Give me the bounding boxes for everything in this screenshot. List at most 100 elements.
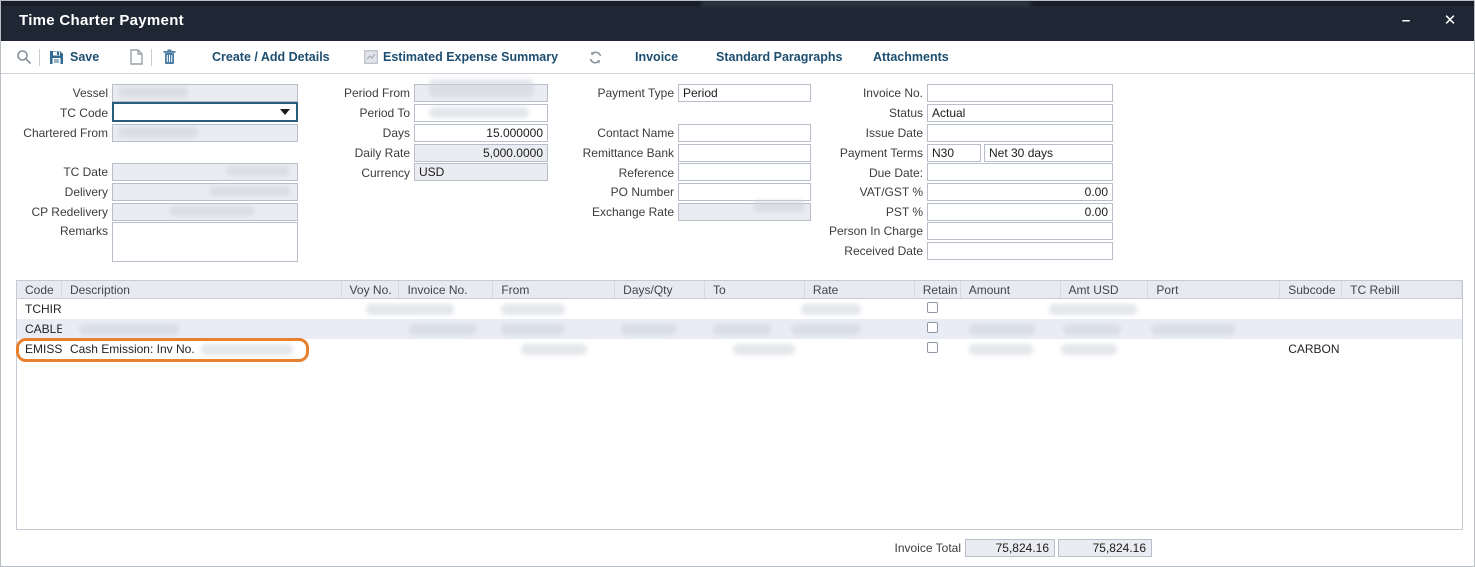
vat-gst-field[interactable]: 0.00 <box>927 183 1113 201</box>
table-row-cable[interactable]: CABLE <box>17 319 1462 339</box>
column-header-rate[interactable]: Rate <box>805 281 915 298</box>
retain-checkbox[interactable] <box>927 342 938 353</box>
payment-terms-label: Payment Terms <box>791 145 923 162</box>
person-in-charge-field[interactable] <box>927 222 1113 240</box>
remittance-bank-label: Remittance Bank <box>541 145 674 162</box>
toolbar-separator <box>151 49 152 66</box>
standard-paragraphs-label: Standard Paragraphs <box>716 50 842 64</box>
contact-name-label: Contact Name <box>541 125 674 142</box>
delivery-label: Delivery <box>1 184 108 201</box>
column-header-tc-rebill[interactable]: TC Rebill <box>1342 281 1462 298</box>
column-header-amount[interactable]: Amount <box>961 281 1061 298</box>
due-date-field[interactable] <box>927 163 1113 181</box>
refresh-button[interactable] <box>588 41 603 73</box>
cell-code: CABLE <box>17 322 62 336</box>
daily-rate-label: Daily Rate <box>301 145 410 162</box>
save-button[interactable]: Save <box>49 41 99 73</box>
due-date-label: Due Date: <box>791 165 923 182</box>
cp-redelivery-field[interactable] <box>112 203 298 221</box>
vessel-field[interactable] <box>112 84 298 102</box>
grid-header-row: Code Description Voy No. Invoice No. Fro… <box>17 281 1462 299</box>
title-bar: Time Charter Payment – ✕ <box>1 1 1474 41</box>
document-icon <box>130 49 143 65</box>
invoice-no-label: Invoice No. <box>791 85 923 102</box>
window-title: Time Charter Payment <box>19 12 184 29</box>
column-header-amt-usd[interactable]: Amt USD <box>1061 281 1149 298</box>
trash-icon <box>163 49 176 65</box>
chartered-from-field[interactable] <box>112 124 298 142</box>
toolbar: Save Create / Add Details Estimated Expe… <box>1 41 1474 74</box>
tc-date-label: TC Date <box>1 164 108 181</box>
attachments-button[interactable]: Attachments <box>873 41 949 73</box>
pst-field[interactable]: 0.00 <box>927 203 1113 221</box>
tc-code-dropdown[interactable] <box>112 102 298 122</box>
chevron-down-icon <box>280 109 290 115</box>
status-field[interactable]: Actual <box>927 104 1113 122</box>
refresh-icon <box>588 50 603 65</box>
column-header-from[interactable]: From <box>493 281 615 298</box>
cell-subcode: CARBON <box>1280 342 1342 356</box>
person-in-charge-label: Person In Charge <box>791 223 923 240</box>
tc-code-label: TC Code <box>1 105 108 122</box>
payment-terms-desc-field[interactable]: Net 30 days <box>984 144 1113 162</box>
copy-button[interactable] <box>130 41 143 73</box>
retain-checkbox[interactable] <box>927 302 938 313</box>
column-header-port[interactable]: Port <box>1148 281 1280 298</box>
cp-redelivery-label: CP Redelivery <box>1 204 108 221</box>
vessel-label: Vessel <box>1 85 108 102</box>
column-header-invoice-no[interactable]: Invoice No. <box>399 281 493 298</box>
period-to-label: Period To <box>301 105 410 122</box>
retain-checkbox[interactable] <box>927 322 938 333</box>
received-date-field[interactable] <box>927 242 1113 260</box>
cell-description: Cash Emission: Inv No. <box>62 342 342 356</box>
period-from-field[interactable] <box>414 84 548 102</box>
delete-button[interactable] <box>163 41 176 73</box>
estimated-expense-summary-button[interactable]: Estimated Expense Summary <box>364 41 558 73</box>
column-header-days-qty[interactable]: Days/Qty <box>615 281 705 298</box>
payment-terms-code-field[interactable]: N30 <box>927 144 981 162</box>
tc-date-field[interactable] <box>112 163 298 181</box>
remarks-field[interactable] <box>112 222 298 262</box>
reference-label: Reference <box>541 165 674 182</box>
invoice-button-label: Invoice <box>635 50 678 64</box>
invoice-total-usd-field: 75,824.16 <box>1058 539 1152 557</box>
column-header-code[interactable]: Code <box>17 281 62 298</box>
invoice-no-field[interactable] <box>927 84 1113 102</box>
issue-date-field[interactable] <box>927 124 1113 142</box>
days-field[interactable]: 15.000000 <box>414 124 548 142</box>
invoice-button[interactable]: Invoice <box>635 41 678 73</box>
daily-rate-field[interactable]: 5,000.0000 <box>414 144 548 162</box>
create-add-details-button[interactable]: Create / Add Details <box>212 41 330 73</box>
received-date-label: Received Date <box>791 243 923 260</box>
status-label: Status <box>791 105 923 122</box>
currency-label: Currency <box>301 165 410 182</box>
standard-paragraphs-button[interactable]: Standard Paragraphs <box>716 41 842 73</box>
currency-field[interactable]: USD <box>414 163 548 181</box>
table-row-tchir[interactable]: TCHIR <box>17 299 1462 319</box>
create-add-details-label: Create / Add Details <box>212 50 330 64</box>
vat-gst-label: VAT/GST % <box>791 184 923 201</box>
column-header-to[interactable]: To <box>705 281 805 298</box>
cell-code: EMISS <box>17 342 62 356</box>
payment-type-label: Payment Type <box>541 85 674 102</box>
attachments-label: Attachments <box>873 50 949 64</box>
delivery-field[interactable] <box>112 183 298 201</box>
estimated-expense-summary-label: Estimated Expense Summary <box>383 50 558 64</box>
po-number-label: PO Number <box>541 184 674 201</box>
column-header-retain[interactable]: Retain <box>915 281 961 298</box>
column-header-description[interactable]: Description <box>62 281 342 298</box>
period-to-field[interactable] <box>414 104 548 122</box>
column-header-subcode[interactable]: Subcode <box>1280 281 1342 298</box>
pst-label: PST % <box>791 204 923 221</box>
invoice-total-label: Invoice Total <box>821 540 961 557</box>
table-row-emiss[interactable]: EMISS Cash Emission: Inv No. CARBON <box>17 339 1462 359</box>
search-button[interactable] <box>16 41 32 73</box>
close-button[interactable]: ✕ <box>1438 10 1462 32</box>
column-header-voy-no[interactable]: Voy No. <box>342 281 400 298</box>
save-button-label: Save <box>70 50 99 64</box>
cell-code: TCHIR <box>17 302 62 316</box>
remarks-label: Remarks <box>1 223 108 240</box>
toolbar-separator <box>39 49 40 66</box>
issue-date-label: Issue Date <box>791 125 923 142</box>
minimize-button[interactable]: – <box>1394 10 1418 32</box>
